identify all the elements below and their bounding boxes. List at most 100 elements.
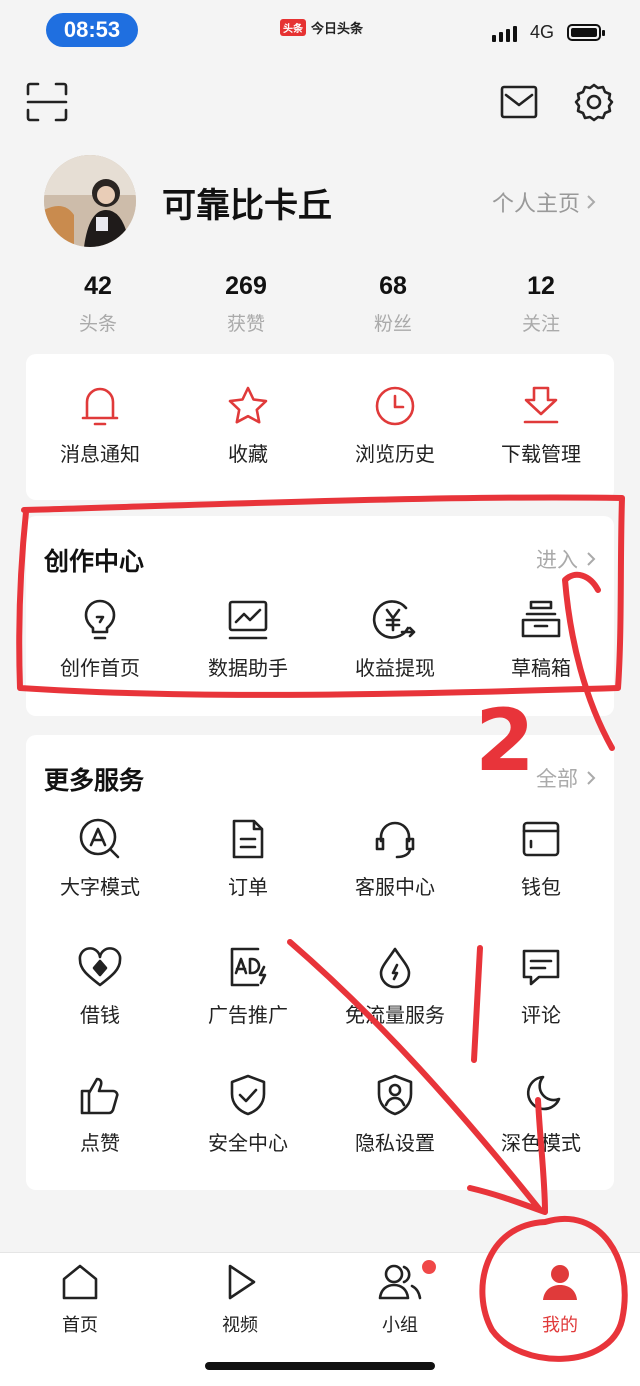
signal-icon [492,26,517,42]
service-loan[interactable]: 借钱 [26,945,174,1028]
tab-video[interactable]: 视频 [200,1263,280,1337]
tab-label: 首页 [62,1315,98,1336]
chevron-right-icon [587,552,596,566]
quick-label: 浏览历史 [355,442,435,466]
creator-drafts[interactable]: 草稿箱 [467,598,615,681]
wallet-icon [522,821,560,857]
creator-enter-link[interactable]: 进入 [536,544,596,574]
chevron-right-icon [587,195,596,209]
stat-value: 12 [527,272,555,300]
chart-icon [228,600,268,640]
bell-icon [81,387,119,426]
app-indicator: 头条 今日头条 [280,18,363,37]
app-logo: 头条 [280,19,306,36]
avatar[interactable] [44,155,136,247]
data-free-icon [379,947,411,989]
stat-posts[interactable]: 42 头条 [24,272,172,336]
section-title: 创作中心 [44,547,145,576]
profile-home-link[interactable]: 个人主页 [492,186,596,218]
creator-home[interactable]: 创作首页 [26,598,174,681]
person-icon [543,1265,577,1300]
creator-income[interactable]: 收益提现 [321,598,469,681]
tab-mine[interactable]: 我的 [520,1263,600,1337]
creator-center-card: 创作中心 进入 创作首页 数据助手 收益提现 草稿箱 [26,516,614,716]
service-data-free[interactable]: 免流量服务 [321,945,469,1028]
comment-icon [522,949,560,986]
chevron-right-icon [587,771,596,785]
service-label: 借钱 [80,1003,120,1027]
service-ads[interactable]: 广告推广 [174,945,322,1028]
privacy-icon [377,1074,413,1116]
creator-label: 收益提现 [355,656,435,680]
service-label: 安全中心 [208,1131,288,1155]
service-security[interactable]: 安全中心 [174,1073,322,1156]
download-icon [523,386,559,424]
tab-label: 小组 [382,1315,418,1336]
service-large-font[interactable]: 大字模式 [26,817,174,900]
tab-label: 视频 [222,1315,258,1336]
service-label: 钱包 [521,875,561,899]
home-indicator [205,1362,435,1370]
tab-group[interactable]: 小组 [360,1263,440,1337]
star-icon [228,386,268,424]
lightbulb-icon [84,599,116,640]
creator-label: 创作首页 [60,656,140,680]
service-likes[interactable]: 点赞 [26,1073,174,1156]
creator-label: 草稿箱 [511,656,571,680]
quick-label: 下载管理 [501,442,581,466]
services-all-link[interactable]: 全部 [536,763,596,793]
service-dark-mode[interactable]: 深色模式 [467,1073,615,1156]
stat-label: 获赞 [226,313,265,335]
home-icon [62,1264,98,1300]
stat-label: 粉丝 [373,313,412,335]
service-label: 深色模式 [501,1131,581,1155]
mail-icon[interactable] [500,85,538,119]
play-icon [228,1264,256,1300]
quick-history[interactable]: 浏览历史 [321,384,469,467]
network-label: 4G [530,22,555,42]
tab-label: 我的 [542,1315,578,1336]
stat-value: 42 [84,272,112,300]
service-label: 客服中心 [355,875,435,899]
service-label: 大字模式 [60,875,140,899]
service-support[interactable]: 客服中心 [321,817,469,900]
quick-label: 收藏 [228,442,268,466]
tab-home[interactable]: 首页 [40,1263,120,1337]
service-privacy[interactable]: 隐私设置 [321,1073,469,1156]
status-time: 08:53 [46,13,138,47]
stat-value: 68 [379,272,407,300]
service-label: 隐私设置 [355,1131,435,1155]
moon-icon [526,1075,561,1111]
service-label: 点赞 [80,1131,120,1155]
app-name: 今日头条 [311,22,364,37]
service-label: 免流量服务 [345,1003,445,1027]
drafts-icon [521,600,561,638]
stat-fans[interactable]: 68 粉丝 [319,272,467,336]
creator-label: 数据助手 [208,656,288,680]
service-label: 评论 [521,1003,561,1027]
loan-icon [78,947,122,987]
services-card: 更多服务 全部 大字模式 订单 客服中心 钱包 借钱 广告推广 免流量服务 评论… [26,735,614,1190]
username[interactable]: 可靠比卡丘 [162,178,332,227]
headset-icon [375,821,415,859]
creator-data[interactable]: 数据助手 [174,598,322,681]
quick-downloads[interactable]: 下载管理 [467,384,615,467]
section-title: 更多服务 [44,766,145,795]
service-comments[interactable]: 评论 [467,945,615,1028]
stat-following[interactable]: 12 关注 [467,272,615,336]
stat-likes[interactable]: 269 获赞 [172,272,320,336]
group-icon [378,1264,422,1300]
clock-icon [375,386,415,426]
gear-icon[interactable] [574,82,614,122]
service-label: 广告推广 [208,1003,288,1027]
quick-favorites[interactable]: 收藏 [174,384,322,467]
service-wallet[interactable]: 钱包 [467,817,615,900]
profile-home-label: 个人主页 [492,192,581,217]
scan-icon[interactable] [26,82,68,122]
creator-enter-label: 进入 [536,548,578,572]
quick-notifications[interactable]: 消息通知 [26,384,174,467]
stat-label: 关注 [521,313,560,335]
services-all-label: 全部 [536,767,578,791]
service-orders[interactable]: 订单 [174,817,322,900]
order-icon [232,819,264,859]
